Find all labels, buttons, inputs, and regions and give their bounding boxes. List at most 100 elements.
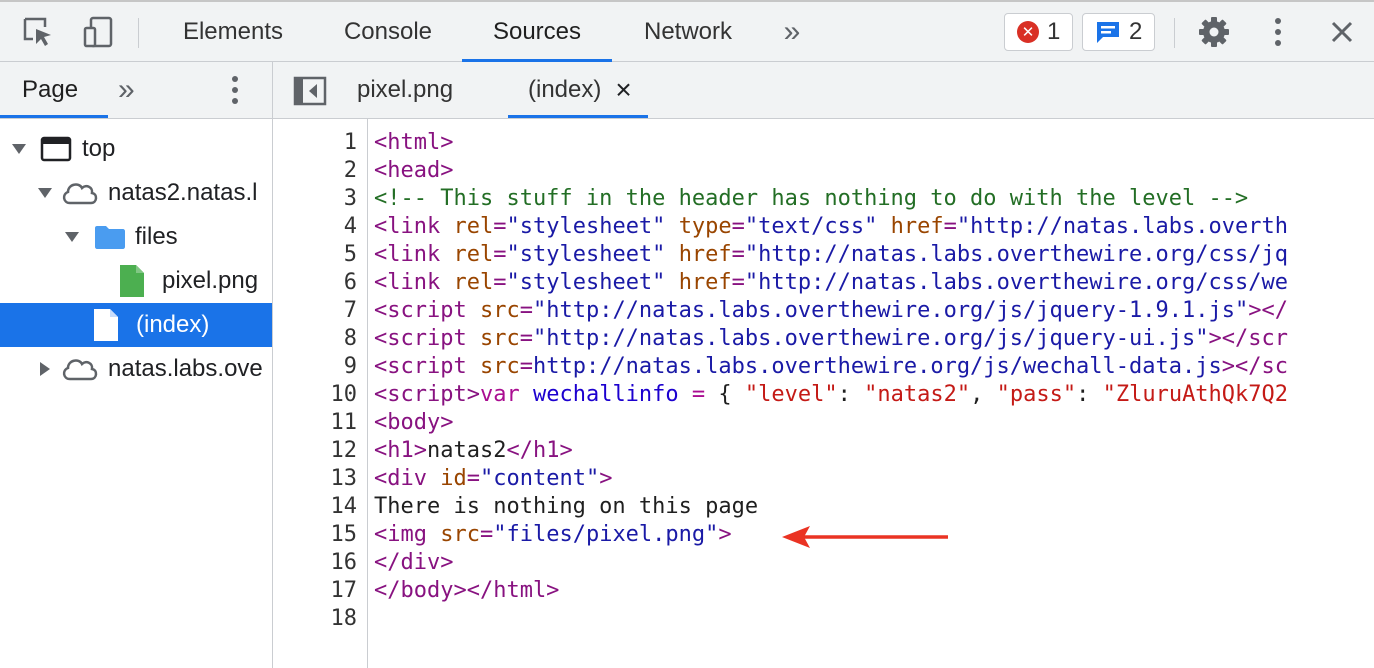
- code-token: =: [519, 326, 533, 351]
- code-line: <div id="content">: [374, 465, 612, 493]
- expand-arrow-icon[interactable]: [12, 144, 26, 154]
- more-options-icon[interactable]: [1256, 2, 1300, 62]
- message-icon: [1097, 22, 1119, 43]
- line-number: 17: [330, 578, 358, 603]
- tree-item-top[interactable]: top: [0, 127, 272, 171]
- navigator-header: Page »: [0, 62, 272, 119]
- tab-console[interactable]: Console: [326, 2, 450, 62]
- code-token: <script: [374, 354, 480, 379]
- file-tab-label: (index): [528, 76, 602, 103]
- tree-item-domain-2[interactable]: natas.labs.ove: [0, 347, 272, 391]
- code-token: rel: [453, 214, 494, 239]
- line-number: 18: [330, 606, 358, 631]
- code-line: <head>: [374, 157, 453, 185]
- file-tab-index[interactable]: (index) ×: [508, 62, 648, 118]
- code-token: wechallinfo: [532, 382, 679, 407]
- tree-item-index[interactable]: (index): [0, 303, 272, 347]
- tree-item-domain[interactable]: natas2.natas.l: [0, 171, 272, 215]
- devtools-toolbar: Elements Console Sources Network » ✕ 1 2: [0, 0, 1374, 62]
- code-token: There is nothing on this page: [374, 494, 759, 519]
- line-number: 6: [343, 270, 357, 295]
- code-token: <script>: [374, 382, 480, 407]
- code-line: </body></html>: [374, 577, 559, 605]
- cloud-icon: [62, 183, 98, 205]
- code-token: =: [691, 382, 706, 407]
- code-token: =: [731, 270, 745, 295]
- tree-item-label: natas2.natas.l: [108, 179, 258, 206]
- code-token: <head>: [374, 158, 454, 183]
- code-line: <script src=http://natas.labs.overthewir…: [374, 353, 1288, 381]
- more-tabs-icon[interactable]: »: [770, 2, 814, 62]
- device-toolbar-icon[interactable]: [76, 2, 120, 62]
- line-number: 3: [343, 186, 357, 211]
- code-token: "http://natas.labs.overthewire.org/js/jq…: [532, 298, 1249, 323]
- code-token: =: [943, 214, 957, 239]
- tree-item-label: files: [135, 223, 178, 250]
- code-token: {: [705, 382, 745, 407]
- code-token: src: [479, 326, 520, 351]
- code-line: <link rel="stylesheet" href="http://nata…: [374, 241, 1288, 269]
- code-token: <link: [374, 242, 454, 267]
- collapse-arrow-icon[interactable]: [40, 362, 50, 376]
- code-token: ></scr: [1208, 326, 1288, 351]
- editor-tab-bar: pixel.png (index) ×: [273, 62, 1374, 119]
- code-token: =: [466, 466, 480, 491]
- code-token: "content": [479, 466, 600, 491]
- error-icon: ✕: [1017, 21, 1039, 43]
- tab-network[interactable]: Network: [624, 2, 752, 62]
- sources-navigator: Page » top natas2.natas.l files pixel.pn…: [0, 62, 273, 668]
- code-line: <html>: [374, 129, 453, 157]
- line-number: 13: [330, 466, 358, 491]
- inspect-element-icon[interactable]: [16, 2, 60, 62]
- code-token: </body></html>: [374, 578, 560, 603]
- code-token: =: [493, 242, 507, 267]
- navigator-menu-icon[interactable]: [230, 74, 240, 111]
- code-token: rel: [453, 242, 494, 267]
- line-number: 9: [343, 354, 357, 379]
- tab-elements[interactable]: Elements: [164, 2, 302, 62]
- code-token: >: [718, 522, 732, 547]
- code-token: "http://natas.labs.overthewire.org/css/w…: [744, 270, 1288, 295]
- code-line: <img src="files/pixel.png">: [374, 521, 732, 549]
- code-token: <body>: [374, 410, 454, 435]
- code-token: >: [599, 466, 613, 491]
- tab-sources[interactable]: Sources: [462, 2, 612, 62]
- line-number: 15: [330, 522, 358, 547]
- code-token: natas2: [426, 438, 507, 463]
- toggle-navigator-icon[interactable]: [293, 76, 327, 111]
- tree-item-label: (index): [136, 311, 210, 338]
- code-token: http://natas.labs.overthewire.org/js/wec…: [532, 354, 1222, 379]
- code-token: id: [440, 466, 467, 491]
- errors-count: 1: [1047, 18, 1061, 45]
- code-token: =: [493, 214, 507, 239]
- settings-gear-icon[interactable]: [1192, 2, 1236, 62]
- errors-badge[interactable]: ✕ 1: [1004, 13, 1074, 51]
- expand-arrow-icon[interactable]: [65, 232, 79, 242]
- messages-badge[interactable]: 2: [1082, 13, 1156, 51]
- messages-count: 2: [1129, 18, 1143, 45]
- code-token: =: [519, 354, 533, 379]
- tree-item-pixel-png[interactable]: pixel.png: [0, 259, 272, 303]
- line-number: 12: [330, 438, 358, 463]
- code-line: <script>var wechallinfo = { "level": "na…: [374, 381, 1288, 409]
- code-token: =: [493, 270, 507, 295]
- tab-page[interactable]: Page: [0, 62, 108, 118]
- tree-item-files-folder[interactable]: files: [0, 215, 272, 259]
- close-tab-icon[interactable]: ×: [615, 74, 631, 106]
- code-token: "http://natas.labs.overth: [956, 214, 1288, 239]
- code-token: "text/css": [744, 214, 878, 239]
- code-line: <script src="http://natas.labs.overthewi…: [374, 297, 1288, 325]
- code-token: <link: [374, 270, 454, 295]
- code-token: type: [678, 214, 732, 239]
- expand-arrow-icon[interactable]: [38, 188, 52, 198]
- navigator-more-icon[interactable]: »: [118, 62, 148, 118]
- file-tab-pixel-png[interactable]: pixel.png: [357, 62, 489, 118]
- code-token: "stylesheet": [506, 270, 666, 295]
- close-devtools-icon[interactable]: [1320, 2, 1364, 62]
- code-token: ></sc: [1221, 354, 1288, 379]
- code-editor[interactable]: <html> <head> <!-- This stuff in the heade…: [368, 119, 1374, 668]
- line-number: 5: [343, 242, 357, 267]
